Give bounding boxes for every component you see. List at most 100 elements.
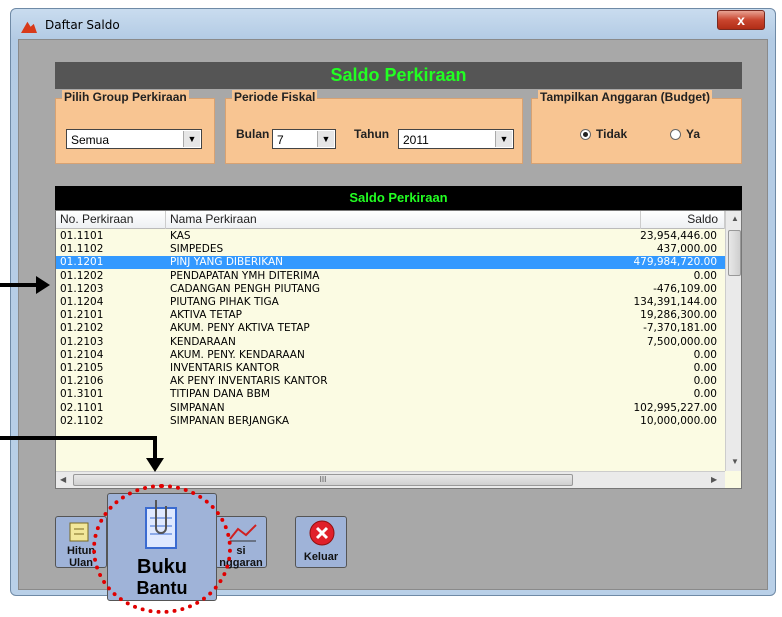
scroll-down-icon[interactable]: ▼ <box>731 457 739 466</box>
group-filter-panel: Pilih Group Perkiraan Semua ▼ <box>55 90 215 164</box>
cell-nama-perkiraan: INVENTARIS KANTOR <box>170 362 280 374</box>
vertical-scrollbar[interactable]: ▲ ▼ <box>725 211 741 471</box>
table-row[interactable]: 01.1101 KAS 23,954,446.00 <box>56 230 725 243</box>
column-header-no[interactable]: No. Perkiraan <box>56 211 166 229</box>
cell-nama-perkiraan: PINJ YANG DIBERIKAN <box>170 256 283 269</box>
cell-saldo: -476,109.00 <box>653 282 717 295</box>
cell-no-perkiraan: 01.1204 <box>60 296 104 308</box>
cell-no-perkiraan: 01.2103 <box>60 335 104 348</box>
budget-label: Tampilkan Anggaran (Budget) <box>538 90 713 104</box>
scroll-right-icon[interactable]: ▶ <box>711 475 717 484</box>
cell-nama-perkiraan: AKTIVA TETAP <box>170 309 242 322</box>
column-header-saldo[interactable]: Saldo <box>641 211 725 229</box>
vertical-scroll-thumb[interactable] <box>728 230 741 276</box>
cell-nama-perkiraan: PIUTANG PIHAK TIGA <box>170 296 279 308</box>
table-row[interactable]: 01.1201 PINJ YANG DIBERIKAN 479,984,720.00 <box>56 256 725 270</box>
annotation-arrow-line <box>0 436 157 440</box>
cell-nama-perkiraan: SIMPANAN <box>170 401 225 414</box>
close-button[interactable]: x <box>717 10 765 30</box>
budget-panel: Tampilkan Anggaran (Budget) Tidak Ya <box>531 90 742 164</box>
cell-no-perkiraan: 01.2102 <box>60 322 104 335</box>
scroll-left-icon[interactable]: ◀ <box>60 475 66 484</box>
chart-icon <box>229 524 257 542</box>
cell-no-perkiraan: 01.2105 <box>60 362 104 374</box>
table-row[interactable]: 01.1102 SIMPEDES 437,000.00 <box>56 243 725 256</box>
cell-no-perkiraan: 01.1201 <box>60 256 104 269</box>
window-title: Daftar Saldo <box>45 18 120 32</box>
radio-ya-label[interactable]: Ya <box>686 127 700 141</box>
table-row[interactable]: 01.2104 AKUM. PENY. KENDARAAN 0.00 <box>56 349 725 362</box>
cell-saldo: 102,995,227.00 <box>633 401 718 414</box>
table-title: Saldo Perkiraan <box>55 186 742 210</box>
cell-no-perkiraan: 01.3101 <box>60 388 104 401</box>
cell-nama-perkiraan: AKUM. PENY. KENDARAAN <box>170 348 305 361</box>
table-row[interactable]: 01.2103 KENDARAAN 7,500,000.00 <box>56 336 725 349</box>
bulan-select-value: 7 <box>277 133 284 147</box>
group-filter-label: Pilih Group Perkiraan <box>62 90 189 104</box>
table-row[interactable]: 01.2106 AK PENY INVENTARIS KANTOR 0.00 <box>56 375 725 388</box>
table-row[interactable]: 02.1102 SIMPANAN BERJANGKA 10,000,000.00 <box>56 415 725 428</box>
annotation-arrow-row <box>0 283 38 287</box>
cell-nama-perkiraan: TITIPAN DANA BBM <box>170 388 270 401</box>
cell-saldo: 0.00 <box>693 375 717 388</box>
cell-saldo: 0.00 <box>693 348 717 361</box>
arrow-head-right-icon <box>36 276 50 294</box>
saldo-table[interactable]: No. Perkiraan Nama Perkiraan Saldo ▲ ▼ ◀… <box>55 210 742 489</box>
cell-saldo: 479,984,720.00 <box>633 256 718 269</box>
cell-saldo: 0.00 <box>693 269 717 282</box>
radio-tidak[interactable] <box>580 129 591 140</box>
bulan-select[interactable]: 7 ▼ <box>272 129 336 149</box>
arrow-head-down-icon <box>146 458 164 472</box>
group-select-value: Semua <box>71 133 110 147</box>
table-row[interactable]: 02.1101 SIMPANAN 102,995,227.00 <box>56 402 725 415</box>
table-row[interactable]: 01.1202 PENDAPATAN YMH DITERIMA 0.00 <box>56 270 725 283</box>
title-bar[interactable]: Daftar Saldo x <box>11 9 775 39</box>
cell-no-perkiraan: 02.1101 <box>60 401 104 414</box>
cell-saldo: 134,391,144.00 <box>633 296 718 308</box>
cell-no-perkiraan: 02.1102 <box>60 414 104 427</box>
cell-saldo: 0.00 <box>693 362 717 374</box>
column-header-nama[interactable]: Nama Perkiraan <box>166 211 641 229</box>
cell-nama-perkiraan: KAS <box>170 230 191 242</box>
cell-nama-perkiraan: AK PENY INVENTARIS KANTOR <box>170 375 328 388</box>
table-row[interactable]: 01.2105 INVENTARIS KANTOR 0.00 <box>56 362 725 375</box>
table-row[interactable]: 01.2102 AKUM. PENY AKTIVA TETAP -7,370,181… <box>56 322 725 335</box>
cell-nama-perkiraan: CADANGAN PENGH PIUTANG <box>170 282 321 295</box>
annotation-highlight-circle <box>92 484 232 614</box>
bulan-label: Bulan <box>236 127 270 141</box>
cell-no-perkiraan: 01.1101 <box>60 230 104 242</box>
cell-saldo: -7,370,181.00 <box>643 322 717 335</box>
period-panel: Periode Fiskal Bulan 7 ▼ Tahun 2011 ▼ <box>225 90 523 164</box>
radio-tidak-label[interactable]: Tidak <box>596 127 627 141</box>
scroll-up-icon[interactable]: ▲ <box>731 214 739 223</box>
cell-saldo: 23,954,446.00 <box>640 230 717 242</box>
tahun-select[interactable]: 2011 ▼ <box>398 129 514 149</box>
chevron-down-icon[interactable]: ▼ <box>317 131 334 147</box>
group-select[interactable]: Semua ▼ <box>66 129 202 149</box>
keluar-label: Keluar <box>303 551 339 563</box>
cell-no-perkiraan: 01.1102 <box>60 243 104 256</box>
radio-ya[interactable] <box>670 129 681 140</box>
cell-saldo: 19,286,300.00 <box>640 309 717 322</box>
app-icon <box>21 21 37 33</box>
cell-no-perkiraan: 01.1202 <box>60 269 104 282</box>
table-row[interactable]: 01.1203 CADANGAN PENGH PIUTANG -476,109.00 <box>56 283 725 296</box>
cell-nama-perkiraan: AKUM. PENY AKTIVA TETAP <box>170 322 310 335</box>
cell-no-perkiraan: 01.1203 <box>60 282 104 295</box>
tahun-label: Tahun <box>354 127 390 141</box>
cell-nama-perkiraan: SIMPANAN BERJANGKA <box>170 414 289 427</box>
page-title: Saldo Perkiraan <box>55 62 742 89</box>
cell-no-perkiraan: 01.2101 <box>60 309 104 322</box>
cell-saldo: 7,500,000.00 <box>646 335 717 348</box>
chevron-down-icon[interactable]: ▼ <box>183 131 200 147</box>
table-row[interactable]: 01.3101 TITIPAN DANA BBM 0.00 <box>56 388 725 401</box>
table-header: No. Perkiraan Nama Perkiraan Saldo <box>56 211 725 229</box>
table-row[interactable]: 01.2101 AKTIVA TETAP 19,286,300.00 <box>56 309 725 322</box>
period-label: Periode Fiskal <box>232 90 318 104</box>
calculator-icon <box>69 522 89 542</box>
keluar-button[interactable]: Keluar <box>295 516 347 568</box>
chevron-down-icon[interactable]: ▼ <box>495 131 512 147</box>
cell-no-perkiraan: 01.2104 <box>60 348 104 361</box>
table-row[interactable]: 01.1204 PIUTANG PIHAK TIGA 134,391,144.00 <box>56 296 725 309</box>
cell-nama-perkiraan: SIMPEDES <box>170 243 224 256</box>
